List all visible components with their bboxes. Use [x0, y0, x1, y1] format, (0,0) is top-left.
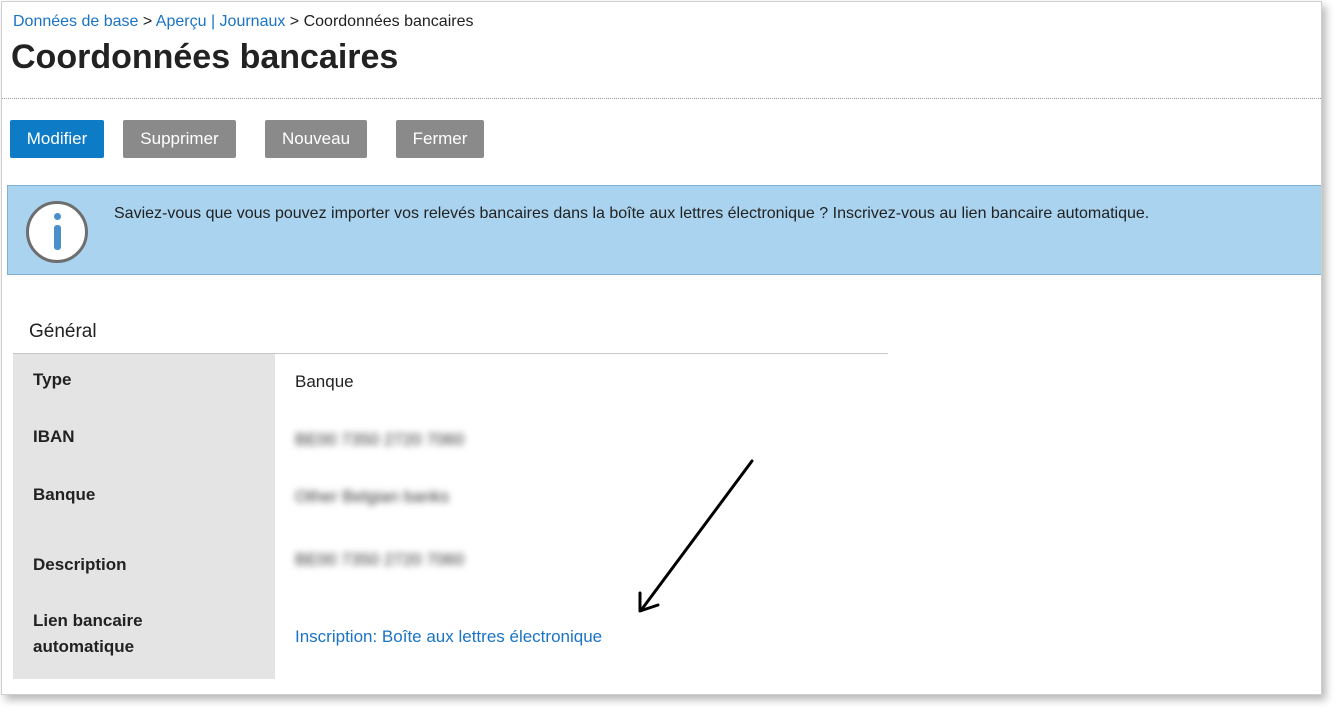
field-label-iban: IBAN	[33, 427, 75, 446]
register-mailbox-link[interactable]: Inscription: Boîte aux lettres électroni…	[295, 627, 602, 646]
field-value-description: BE00 7350 2720 7060	[295, 550, 465, 569]
new-button[interactable]: Nouveau	[265, 120, 367, 158]
info-icon	[26, 201, 88, 263]
field-label-description: Description	[33, 555, 127, 574]
field-label-automatic-bank-link: Lien bancaire automatique	[33, 611, 143, 656]
close-button[interactable]: Fermer	[396, 120, 484, 158]
breadcrumb-link-apercu-journaux[interactable]: Aperçu | Journaux	[156, 13, 286, 30]
info-icon-bar	[54, 225, 61, 250]
delete-button[interactable]: Supprimer	[123, 120, 236, 158]
breadcrumb-separator: >	[285, 13, 304, 30]
window-frame: Données de base > Aperçu | Journaux > Co…	[1, 1, 1322, 695]
page-title: Coordonnées bancaires	[11, 38, 399, 76]
field-value-automatic-bank-link: Inscription: Boîte aux lettres électroni…	[295, 627, 602, 647]
breadcrumb-separator: >	[138, 13, 156, 30]
breadcrumb-current: Coordonnées bancaires	[303, 13, 474, 30]
info-message: Saviez-vous que vous pouvez importer vos…	[114, 205, 1150, 222]
annotation-arrow	[638, 459, 754, 613]
field-label-type: Type	[33, 370, 72, 389]
field-label-bank: Banque	[33, 485, 96, 504]
edit-button[interactable]: Modifier	[10, 120, 104, 158]
field-value-type: Banque	[295, 372, 354, 391]
breadcrumb: Données de base > Aperçu | Journaux > Co…	[13, 13, 473, 31]
field-value-iban: BE00 7350 2720 7060	[295, 430, 465, 449]
info-banner: Saviez-vous que vous pouvez importer vos…	[7, 185, 1321, 275]
section-title-general: Général	[29, 321, 97, 342]
info-icon-dot	[54, 213, 61, 220]
breadcrumb-link-donnees-de-base[interactable]: Données de base	[13, 13, 138, 30]
arrow-shaft	[640, 459, 754, 611]
title-divider	[2, 98, 1321, 99]
field-value-bank: Other Belgian banks	[295, 487, 450, 506]
